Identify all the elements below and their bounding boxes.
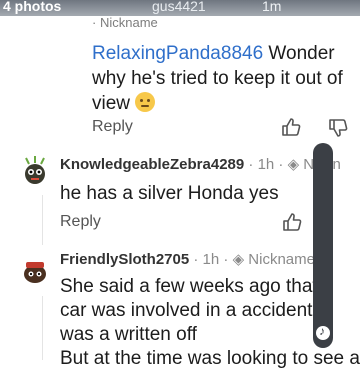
media-banner[interactable]: 4 photos gus4421 1m [0,0,360,16]
username-fragment: gus4421 [152,0,206,14]
user-mention-link[interactable]: RelaxingPanda8846 [92,43,263,64]
comment-text-1: Wonder [263,43,335,64]
comment-time: · 1h · [189,251,233,268]
nickname-row: · Nickname [92,15,158,30]
nickname-label: Nickname [248,251,315,268]
time-ago: 1m [262,0,282,14]
comment-text-line: But at the time was looking to see a [60,348,360,369]
shield-badge-icon: ◈ [287,156,304,173]
comment-body: RelaxingPanda8846 Wonder why he's tried … [92,41,354,116]
thread-line [42,195,43,245]
avatar[interactable] [16,252,54,290]
comment-text: he has a silver Honda yes [60,183,279,204]
comment-text-2: why he's tried to keep it out of [92,68,343,89]
comment-meta: KnowledgeableZebra4289 · 1h · ◈ Nickn [60,155,341,173]
comment-text-line: She said a few weeks ago that h [60,276,334,297]
comment-actions: Reply [92,116,354,140]
shield-badge-icon: ◈ [232,251,249,268]
comment-text-3: view [92,93,131,114]
comment-actions: Reply [60,212,310,236]
scroll-handle[interactable] [313,143,333,348]
avatar[interactable] [16,153,54,191]
comment-meta: FriendlySloth2705 · 1h · ◈ Nickname [60,250,315,268]
comment-text-line: was a written off [60,324,197,345]
username-link[interactable]: FriendlySloth2705 [60,251,189,268]
thumbs-up-outline-icon[interactable] [281,117,301,137]
shield-badge-icon: · [92,15,97,30]
comment-time: · 1h · [244,156,288,173]
reply-button[interactable]: Reply [92,118,133,136]
music-note-icon[interactable] [316,324,330,340]
username-link[interactable]: KnowledgeableZebra4289 [60,156,244,173]
nickname-label: Nickname [99,15,158,30]
thumbs-up-outline-icon[interactable] [282,212,302,232]
thread-line [42,296,43,360]
reply-button[interactable]: Reply [60,213,101,231]
photos-count: 4 photos [3,0,62,14]
comment-text-line: car was involved in a accident [60,300,313,321]
emoji-icon [135,92,156,112]
thumbs-down-outline-icon[interactable] [328,118,348,138]
